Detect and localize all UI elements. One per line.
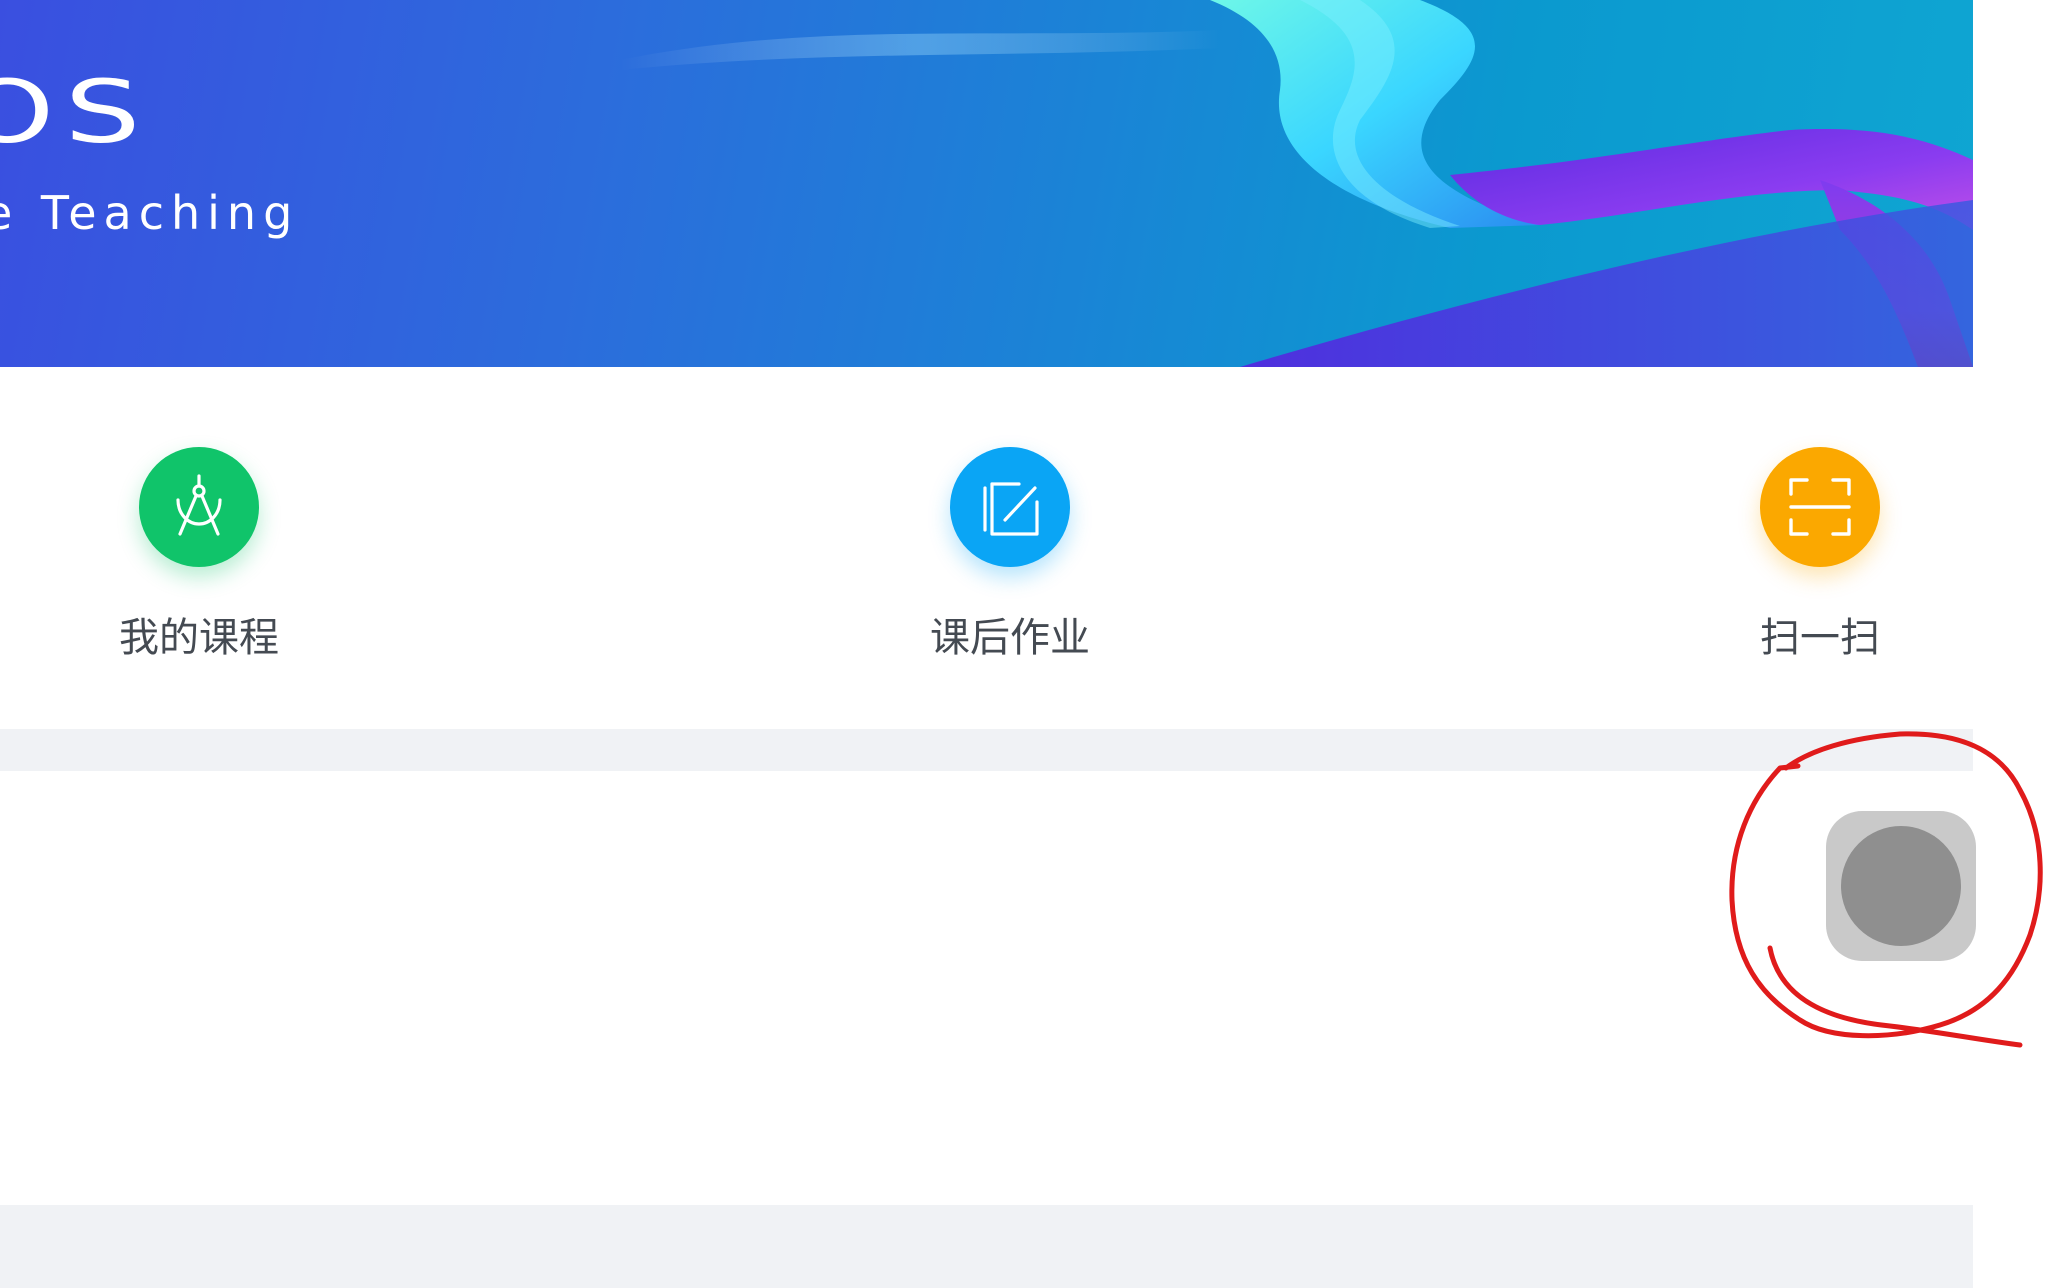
my-courses-label: 我的课程 xyxy=(119,615,279,661)
section-divider-bottom xyxy=(0,1205,1973,1288)
assistive-touch-icon xyxy=(1841,826,1961,946)
banner-wave-art xyxy=(620,0,1973,367)
edit-icon xyxy=(950,447,1070,567)
compass-icon xyxy=(139,447,259,567)
scan-icon xyxy=(1760,447,1880,567)
content-card xyxy=(0,771,1973,1205)
banner-logo-text: OS xyxy=(0,62,151,163)
page: OS e Teaching 我的课程 xyxy=(0,0,2049,1288)
hero-banner: OS e Teaching xyxy=(0,0,1973,367)
my-courses-button[interactable]: 我的课程 xyxy=(79,447,319,663)
scan-label: 扫一扫 xyxy=(1760,615,1880,661)
scan-button[interactable]: 扫一扫 xyxy=(1700,447,1940,663)
quick-actions-panel: 我的课程 课后作业 扫一扫 xyxy=(0,367,1973,729)
section-divider xyxy=(0,729,1973,771)
homework-label: 课后作业 xyxy=(930,615,1090,661)
main-content: OS e Teaching 我的课程 xyxy=(0,0,1973,1288)
banner-tagline: e Teaching xyxy=(0,186,300,240)
homework-button[interactable]: 课后作业 xyxy=(890,447,1130,663)
floating-assistive-button[interactable] xyxy=(1826,811,1976,961)
